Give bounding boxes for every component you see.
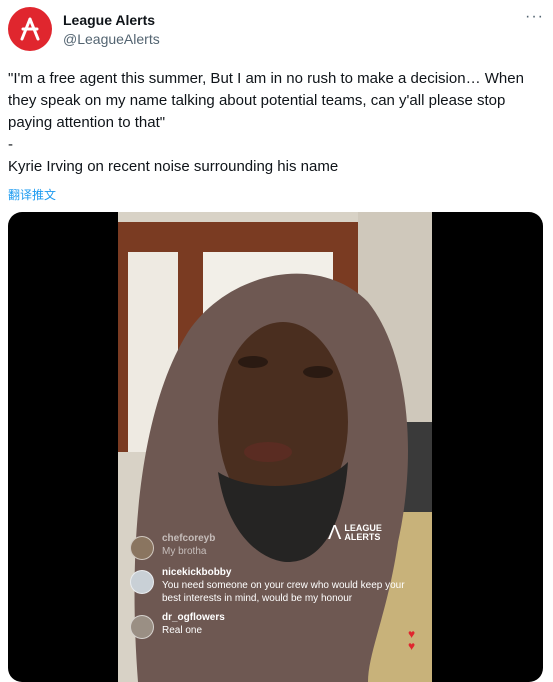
live-comments: chefcoreyb My brotha nicekickbobby You n…: [130, 532, 420, 645]
tweet-attribution: Kyrie Irving on recent noise surrounding…: [8, 158, 339, 175]
comment-text: You need someone on your crew who would …: [162, 580, 405, 604]
comment-user: chefcoreyb: [162, 533, 216, 544]
comment-text: My brotha: [162, 546, 207, 557]
tweet-card: League Alerts @LeagueAlerts ··· "I'm a f…: [0, 0, 553, 682]
video-frame[interactable]: Λ LEAGUE ALERTS chefcoreyb My brotha nice…: [118, 212, 432, 682]
comment-avatar: [130, 536, 154, 560]
comment-user: dr_ogflowers: [162, 612, 225, 623]
comment-text: Real one: [162, 625, 203, 636]
translate-link[interactable]: 翻译推文: [8, 186, 56, 203]
author-block: League Alerts @LeagueAlerts: [63, 11, 160, 49]
comment-avatar: [130, 615, 154, 639]
tweet-text: "I'm a free agent this summer, But I am …: [8, 68, 543, 178]
video-player[interactable]: Λ LEAGUE ALERTS chefcoreyb My brotha nice…: [8, 212, 543, 682]
list-item: dr_ogflowers Real one: [130, 611, 420, 639]
display-name[interactable]: League Alerts: [63, 11, 160, 29]
list-item: chefcoreyb My brotha: [130, 532, 420, 560]
handle[interactable]: @LeagueAlerts: [63, 29, 160, 49]
more-options-icon[interactable]: ···: [525, 8, 544, 26]
avatar[interactable]: [8, 7, 52, 51]
heart-icon: ♥ ♥: [408, 627, 416, 653]
list-item: nicekickbobby You need someone on your c…: [130, 566, 420, 605]
tweet-dash: -: [8, 136, 13, 153]
comment-user: nicekickbobby: [162, 567, 232, 578]
league-alerts-logo-icon: [20, 17, 40, 41]
tweet-quote: "I'm a free agent this summer, But I am …: [8, 70, 524, 131]
comment-avatar: [130, 570, 154, 594]
